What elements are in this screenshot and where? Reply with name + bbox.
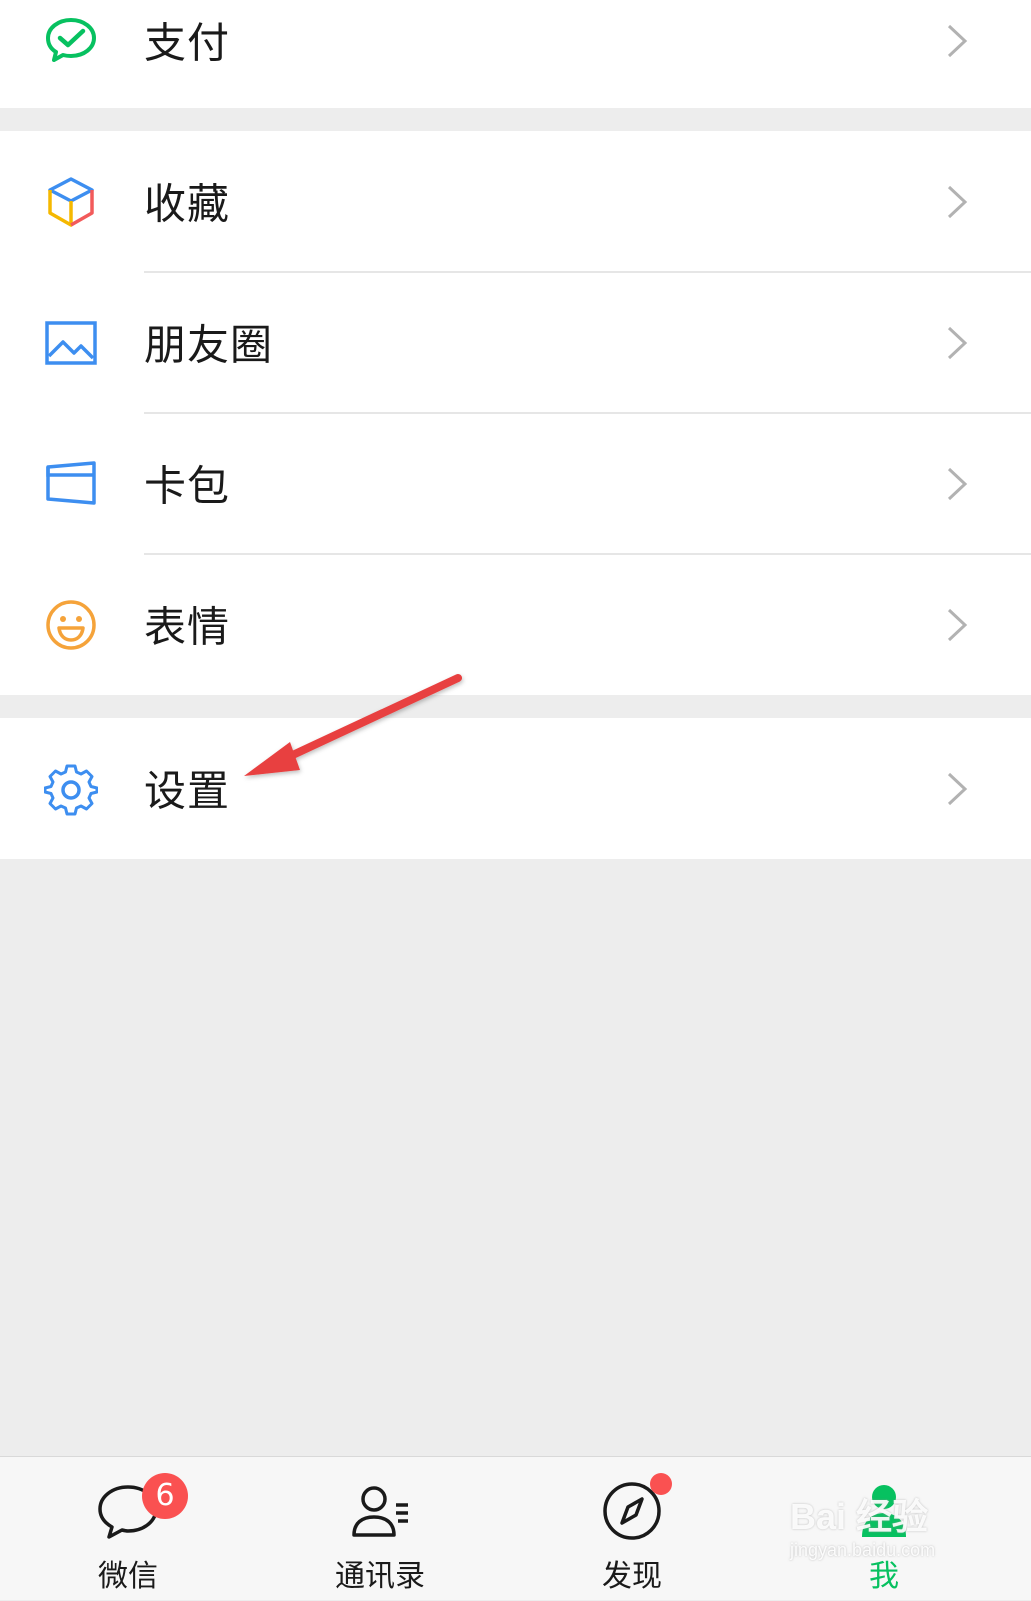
settings-gear-icon	[44, 762, 98, 816]
chevron-right-icon	[947, 608, 968, 641]
me-person-icon	[852, 1479, 916, 1543]
menu-item-favorites[interactable]: 收藏	[0, 131, 1031, 272]
menu-group-main: 收藏 朋友圈 卡包 表情	[0, 131, 1031, 695]
menu-item-label: 收藏	[144, 178, 231, 228]
menu-item-label: 支付	[144, 17, 231, 67]
me-page: 支付 收藏 朋友圈 卡包 表情 设置 6 微信 通讯录 发现 我 Bai 经验 …	[0, 0, 1031, 1600]
tab-me[interactable]: 我	[804, 1457, 964, 1601]
menu-item-moments[interactable]: 朋友圈	[0, 272, 1031, 413]
unread-badge: 6	[142, 1473, 188, 1519]
bottom-tab-bar: 6 微信 通讯录 发现 我	[0, 1456, 1031, 1600]
chevron-right-icon	[947, 772, 968, 805]
menu-item-label: 卡包	[144, 460, 231, 510]
chevron-right-icon	[947, 467, 968, 500]
favorites-cube-icon	[44, 175, 98, 229]
chevron-right-icon	[947, 185, 968, 218]
tab-label: 我	[869, 1559, 899, 1594]
contacts-icon	[348, 1479, 412, 1543]
menu-item-settings[interactable]: 设置	[0, 718, 1031, 859]
chevron-right-icon	[947, 326, 968, 359]
tab-chats[interactable]: 6 微信	[48, 1457, 208, 1601]
menu-item-pay[interactable]: 支付	[0, 0, 1031, 111]
menu-item-label: 表情	[144, 601, 231, 651]
tab-contacts[interactable]: 通讯录	[300, 1457, 460, 1601]
menu-item-stickers[interactable]: 表情	[0, 554, 1031, 695]
tab-label: 微信	[98, 1559, 158, 1594]
tab-discover[interactable]: 发现	[552, 1457, 712, 1601]
menu-item-label: 设置	[144, 765, 231, 815]
menu-group-pay: 支付	[0, 0, 1031, 108]
tab-label: 发现	[602, 1559, 662, 1594]
new-indicator-dot	[650, 1473, 672, 1495]
menu-item-label: 朋友圈	[144, 319, 274, 369]
tab-label: 通讯录	[335, 1559, 425, 1594]
menu-item-card-wallet[interactable]: 卡包	[0, 413, 1031, 554]
chevron-right-icon	[947, 24, 968, 57]
moments-picture-icon	[44, 316, 98, 370]
wechat-pay-icon	[44, 14, 98, 68]
sticker-smile-icon	[44, 598, 98, 652]
menu-group-settings: 设置	[0, 718, 1031, 859]
card-wallet-icon	[44, 457, 98, 511]
